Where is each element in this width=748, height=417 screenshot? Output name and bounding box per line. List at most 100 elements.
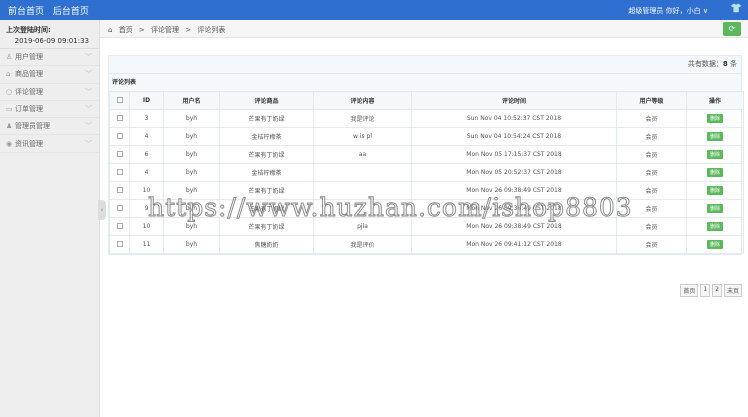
table-cell: byh — [163, 235, 220, 254]
table-cell: 金桔柠檬茶 — [219, 127, 314, 146]
table-cell: Sun Nov 04 10:54:24 CST 2018 — [411, 127, 617, 146]
table-cell: byh — [163, 181, 220, 200]
comment-table: ID 用户名 评论商品 评论内容 评论时间 用户等级 操作 3 byh 芒果有丁奶绿 我是评论 Su… — [109, 91, 744, 254]
admin-icon: ♟ — [6, 122, 13, 131]
table-cell: 会员 — [616, 145, 687, 164]
column-header: ID — [129, 91, 164, 110]
row-checkbox[interactable] — [116, 222, 123, 229]
delete-button[interactable]: 删除 — [706, 186, 723, 195]
actions-cell: 删除 — [686, 127, 744, 146]
table-cell: byh — [163, 109, 220, 128]
breadcrumb-separator: > — [185, 26, 192, 34]
user-menu[interactable]: 超级管理员 你好，小白 ∨ — [628, 6, 708, 16]
table-cell: 10 — [129, 217, 164, 236]
actions-cell: 删除 — [686, 235, 744, 254]
admin-home-link[interactable]: 后台首页 — [53, 7, 89, 17]
row-select-cell — [109, 199, 130, 218]
table-cell: 金桔柠檬茶 — [219, 163, 314, 182]
sidebar: 上次登陆时间: 2019-06-09 09:01:33 ♙ 用户管理 ﹀ ⌂ 商品管理 ﹀… — [0, 20, 100, 417]
sidebar-item-label: 评论管理 — [15, 87, 43, 96]
delete-button[interactable]: 删除 — [706, 204, 723, 213]
total-unit: 条 — [727, 60, 737, 68]
delete-button[interactable]: 删除 — [706, 168, 723, 177]
table-cell — [313, 163, 412, 182]
table-cell: 会员 — [616, 109, 687, 128]
table-cell: aa — [313, 145, 412, 164]
page-link[interactable]: 1 — [700, 284, 711, 297]
table-cell: Mon Nov 26 09:38:49 CST 2018 — [411, 217, 617, 236]
sidebar-item-2[interactable]: ○ 评论管理 ﹀ — [0, 84, 99, 101]
breadcrumb: ⌂ 首页 > 评论管理 > 评论列表 — [108, 25, 229, 35]
table-row: 10 byh 芒果有丁奶绿 Mon Nov 26 09:38:49 CST 2018 会… — [109, 181, 744, 200]
breadcrumb-home[interactable]: 首页 — [119, 26, 133, 34]
chevron-down-icon: ﹀ — [85, 105, 92, 114]
row-select-cell — [109, 163, 130, 182]
row-checkbox[interactable] — [116, 186, 123, 193]
page-link[interactable]: 末页 — [723, 284, 742, 297]
collapse-sidebar-button[interactable]: ‹ — [98, 200, 106, 220]
table-cell: 芒果有丁奶绿 — [219, 145, 314, 164]
refresh-icon: ⟳ — [728, 24, 736, 33]
table-cell: Mon Nov 26 09:38:49 CST 2018 — [411, 181, 617, 200]
column-header: 用户等级 — [616, 91, 687, 110]
actions-cell: 删除 — [686, 163, 744, 182]
sidebar-item-0[interactable]: ♙ 用户管理 ﹀ — [0, 49, 99, 67]
row-checkbox[interactable] — [116, 132, 123, 139]
table-row: 11 byh 焦糖奶奶 我是评价 Mon Nov 26 09:41:12 CST 201… — [109, 235, 744, 254]
row-checkbox[interactable] — [116, 204, 123, 211]
table-cell: Mon Nov 05 20:52:37 CST 2018 — [411, 163, 617, 182]
row-select-cell — [109, 145, 130, 164]
table-cell: 11 — [129, 235, 164, 254]
row-select-cell — [109, 217, 130, 236]
table-cell: w is pl — [313, 127, 412, 146]
delete-button[interactable]: 删除 — [706, 132, 723, 141]
table-cell: 会员 — [616, 199, 687, 218]
sidebar-item-label: 用户管理 — [15, 53, 43, 62]
table-cell: 4 — [129, 163, 164, 182]
table-cell: byh — [163, 145, 220, 164]
row-checkbox[interactable] — [116, 114, 123, 121]
last-login-time: 2019-06-09 09:01:33 — [0, 37, 99, 49]
front-home-link[interactable]: 前台首页 — [8, 7, 44, 17]
sidebar-item-3[interactable]: ▭ 订单管理 ﹀ — [0, 101, 99, 119]
shirt-icon[interactable]: 👕 — [731, 4, 742, 14]
chevron-down-icon: ﹀ — [85, 122, 92, 131]
delete-button[interactable]: 删除 — [706, 222, 723, 231]
delete-button[interactable]: 删除 — [706, 240, 723, 249]
row-select-cell — [109, 127, 130, 146]
breadcrumb-comments[interactable]: 评论管理 — [151, 26, 179, 34]
sidebar-item-5[interactable]: ◉ 资讯管理 ﹀ — [0, 135, 99, 153]
table-cell: 3 — [129, 109, 164, 128]
table-row: 9 byh 芒果有丁奶绿 Mon Nov 26 09:38:49 CST 2018 会员… — [109, 199, 744, 218]
bag-icon: ⌂ — [6, 70, 11, 79]
table-cell: Mon Nov 26 09:41:12 CST 2018 — [411, 235, 617, 254]
table-cell: 会员 — [616, 235, 687, 254]
table-row: 3 byh 芒果有丁奶绿 我是评论 Sun Nov 04 10:52:37 CST 20… — [109, 109, 744, 128]
table-cell: byh — [163, 127, 220, 146]
page-link[interactable]: 首页 — [680, 284, 699, 297]
sidebar-item-label: 管理员管理 — [15, 122, 50, 131]
delete-button[interactable]: 删除 — [706, 114, 723, 123]
table-cell: pjla — [313, 217, 412, 236]
table-cell — [313, 199, 412, 218]
actions-cell: 删除 — [686, 217, 744, 236]
column-header: 操作 — [686, 91, 744, 110]
table-cell: 10 — [129, 181, 164, 200]
table-row: 6 byh 芒果有丁奶绿 aa Mon Nov 05 17:15:37 CST 2018… — [109, 145, 744, 164]
sidebar-item-4[interactable]: ♟ 管理员管理 ﹀ — [0, 118, 99, 136]
table-cell: 6 — [129, 145, 164, 164]
row-checkbox[interactable] — [116, 240, 123, 247]
actions-cell: 删除 — [686, 181, 744, 200]
table-cell: 4 — [129, 127, 164, 146]
row-checkbox[interactable] — [116, 168, 123, 175]
row-checkbox[interactable] — [116, 150, 123, 157]
breadcrumb-current: 评论列表 — [197, 26, 226, 34]
select-all-checkbox[interactable] — [116, 96, 123, 103]
home-icon: ⌂ — [108, 26, 113, 34]
sidebar-item-1[interactable]: ⌂ 商品管理 ﹀ — [0, 66, 99, 84]
table-cell: Mon Nov 05 17:15:37 CST 2018 — [411, 145, 617, 164]
table-cell: 会员 — [616, 127, 687, 146]
refresh-button[interactable]: ⟳ — [723, 22, 741, 36]
delete-button[interactable]: 删除 — [706, 150, 723, 159]
page-link[interactable]: 2 — [712, 284, 722, 297]
